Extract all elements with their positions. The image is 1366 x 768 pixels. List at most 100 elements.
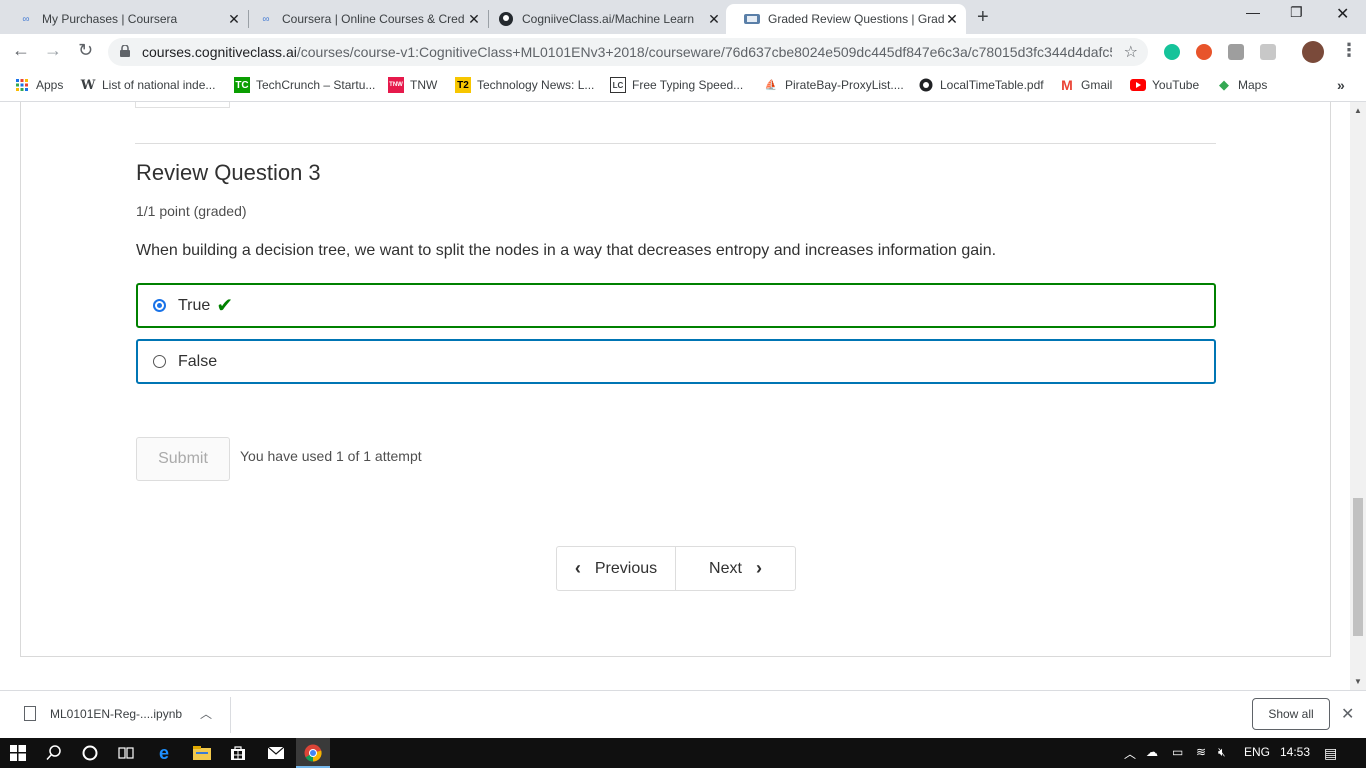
- bookmark-star-icon[interactable]: ☆: [1124, 42, 1138, 62]
- bookmarks-overflow-button[interactable]: »: [1337, 77, 1345, 93]
- coursera-icon: ∞: [262, 13, 270, 25]
- clock[interactable]: 14:53: [1280, 745, 1310, 759]
- download-filename: ML0101EN-Reg-....ipynb: [50, 706, 183, 721]
- tab-label: My Purchases | Coursera: [42, 12, 178, 26]
- next-button[interactable]: Next ›: [676, 547, 795, 590]
- bookmark-piratebay[interactable]: ⛵ PirateBay-ProxyList....: [763, 77, 904, 93]
- scrollbar-thumb[interactable]: [1353, 498, 1363, 636]
- profile-avatar[interactable]: [1302, 41, 1324, 63]
- file-explorer-icon[interactable]: [192, 743, 212, 763]
- chrome-icon[interactable]: [303, 743, 323, 763]
- tab-my-purchases[interactable]: ∞ My Purchases | Coursera ✕: [0, 4, 248, 34]
- answer-option-true[interactable]: True ✔: [136, 283, 1216, 328]
- bookmark-techcrunch[interactable]: TC TechCrunch – Startu...: [234, 77, 375, 93]
- gmail-icon: M: [1061, 77, 1073, 93]
- minimize-icon[interactable]: —: [1246, 4, 1260, 20]
- bookmark-label: TechCrunch – Startu...: [256, 78, 376, 92]
- radio-selected[interactable]: [153, 299, 166, 312]
- grammarly-icon[interactable]: [1164, 44, 1180, 60]
- bookmark-label: LocalTimeTable.pdf: [940, 78, 1044, 92]
- bookmark-label: Gmail: [1081, 78, 1113, 92]
- downloads-bar: ML0101EN-Reg-....ipynb ︿ Show all ✕: [0, 690, 1366, 738]
- bookmark-maps[interactable]: ◆ Maps: [1216, 77, 1267, 93]
- question-divider: [135, 143, 1216, 144]
- scroll-up-icon[interactable]: ▲: [1354, 106, 1362, 115]
- chevron-up-icon[interactable]: ︿: [200, 705, 212, 722]
- bookmark-youtube[interactable]: YouTube: [1130, 77, 1199, 93]
- bookmark-label: Free Typing Speed...: [632, 78, 744, 92]
- question-text: When building a decision tree, we want t…: [136, 242, 997, 259]
- windows-start-icon[interactable]: [8, 743, 28, 763]
- mail-icon[interactable]: [266, 743, 286, 763]
- github-icon: [498, 11, 514, 27]
- previous-button[interactable]: ‹ Previous: [557, 547, 676, 590]
- scroll-down-icon[interactable]: ▼: [1354, 677, 1362, 686]
- language-indicator[interactable]: ENG: [1244, 745, 1270, 759]
- bookmark-wikipedia[interactable]: W List of national inde...: [80, 77, 216, 93]
- close-icon[interactable]: ✕: [706, 11, 722, 28]
- cortana-icon[interactable]: [80, 743, 100, 763]
- volume-muted-icon[interactable]: 🔇︎: [1218, 745, 1226, 760]
- bookmark-label: YouTube: [1152, 78, 1200, 92]
- globe-icon: [918, 77, 934, 93]
- answer-option-false[interactable]: False: [136, 339, 1216, 384]
- bookmark-localtimetable[interactable]: LocalTimeTable.pdf: [918, 77, 1044, 93]
- tab-label: Coursera | Online Courses & Cred: [282, 12, 465, 26]
- edge-icon[interactable]: e: [154, 743, 174, 763]
- bookmark-technology-news[interactable]: T2 Technology News: L...: [455, 77, 594, 93]
- extension-icon[interactable]: [1260, 44, 1276, 60]
- page-scrollbar[interactable]: ▲ ▼: [1350, 102, 1366, 690]
- tab-label: CogniiveClass.ai/Machine Learn: [522, 12, 695, 26]
- attempts-text: You have used 1 of 1 attempt: [240, 448, 422, 464]
- coursera-icon: ∞: [22, 13, 30, 25]
- task-view-icon[interactable]: [116, 743, 136, 763]
- tab-github-machine-learning[interactable]: CogniiveClass.ai/Machine Learn ✕: [480, 4, 728, 34]
- submit-button[interactable]: Submit: [136, 437, 230, 481]
- tray-overflow-icon[interactable]: ︿: [1124, 745, 1136, 762]
- radio-unselected[interactable]: [153, 355, 166, 368]
- bookmark-free-typing[interactable]: LC Free Typing Speed...: [610, 77, 743, 93]
- pirate-ship-icon: ⛵: [764, 79, 778, 91]
- store-icon[interactable]: [228, 743, 248, 763]
- previous-label: Previous: [594, 559, 658, 577]
- search-icon[interactable]: [44, 743, 64, 763]
- bookmark-label: PirateBay-ProxyList....: [785, 78, 904, 92]
- battery-icon[interactable]: ▭: [1172, 745, 1183, 759]
- sequence-navigation: ‹ Previous Next ›: [556, 546, 796, 591]
- forward-arrow-icon[interactable]: →: [44, 40, 62, 61]
- checkmark-icon: ✔: [216, 295, 234, 317]
- lc-icon: LC: [610, 77, 626, 93]
- bookmark-label: List of national inde...: [102, 78, 216, 92]
- address-bar[interactable]: courses.cognitiveclass.ai/courses/course…: [108, 38, 1148, 66]
- cognitiveclass-icon: [744, 11, 760, 27]
- browser-toolbar: ← → ↻ courses.cognitiveclass.ai/courses/…: [0, 34, 1366, 70]
- file-icon: [24, 706, 36, 721]
- bookmark-tnw[interactable]: TNW TNW: [388, 77, 437, 93]
- tab-graded-review-questions[interactable]: Graded Review Questions | Grade ✕: [726, 4, 966, 34]
- notifications-icon[interactable]: ▤: [1324, 745, 1337, 762]
- maps-pin-icon: ◆: [1219, 77, 1229, 92]
- bookmark-gmail[interactable]: M Gmail: [1059, 77, 1112, 93]
- new-tab-button[interactable]: +: [977, 6, 989, 29]
- cast-icon[interactable]: [1228, 44, 1244, 60]
- onedrive-icon[interactable]: ☁: [1146, 745, 1158, 759]
- extension-flame-icon[interactable]: [1196, 44, 1212, 60]
- wikipedia-icon: W: [80, 77, 96, 93]
- bookmark-label: Maps: [1238, 78, 1268, 92]
- chevron-left-icon: ‹: [574, 558, 581, 578]
- close-icon[interactable]: ✕: [1341, 704, 1354, 724]
- window-close-icon[interactable]: ✕: [1336, 4, 1349, 24]
- show-all-button[interactable]: Show all: [1252, 698, 1330, 730]
- bookmark-apps[interactable]: Apps: [14, 77, 63, 93]
- close-icon[interactable]: ✕: [944, 11, 960, 28]
- windows-taskbar: e ︿ ☁ ▭ ≋ 🔇︎ ENG 14:53 ▤: [0, 738, 1366, 768]
- apps-grid-icon: [14, 77, 30, 93]
- restore-icon[interactable]: ❐: [1290, 4, 1303, 21]
- tab-coursera-online-courses[interactable]: ∞ Coursera | Online Courses & Cred ✕: [240, 4, 488, 34]
- reload-icon[interactable]: ↻: [78, 40, 93, 61]
- menu-kebab-icon[interactable]: ⋮: [1340, 40, 1358, 61]
- page-content: Review Question 3 1/1 point (graded) Whe…: [0, 102, 1350, 690]
- back-arrow-icon[interactable]: ←: [12, 40, 30, 61]
- wifi-icon[interactable]: ≋: [1196, 745, 1206, 759]
- download-item[interactable]: ML0101EN-Reg-....ipynb: [24, 706, 182, 721]
